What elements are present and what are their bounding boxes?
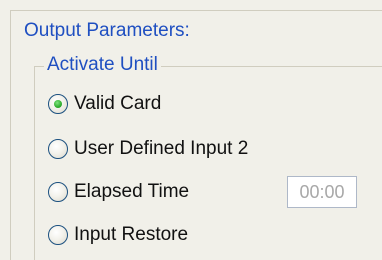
radio-button-icon[interactable] bbox=[48, 225, 68, 245]
output-parameters-panel: Output Parameters: Activate Until Valid … bbox=[0, 0, 382, 260]
radio-valid-card-label[interactable]: Valid Card bbox=[74, 93, 161, 115]
radio-valid-card[interactable]: Valid Card bbox=[48, 91, 161, 117]
radio-elapsed-time[interactable]: Elapsed Time bbox=[48, 179, 189, 205]
radio-dot-icon bbox=[54, 100, 62, 108]
activate-until-title: Activate Until bbox=[44, 54, 161, 76]
radio-elapsed-time-label[interactable]: Elapsed Time bbox=[74, 181, 189, 203]
radio-button-icon[interactable] bbox=[48, 182, 68, 202]
radio-input-restore[interactable]: Input Restore bbox=[48, 222, 188, 248]
radio-button-icon[interactable] bbox=[48, 139, 68, 159]
elapsed-time-input[interactable] bbox=[287, 176, 357, 208]
radio-input-restore-label[interactable]: Input Restore bbox=[74, 224, 188, 246]
radio-user-defined-input-2[interactable]: User Defined Input 2 bbox=[48, 136, 248, 162]
output-parameters-title: Output Parameters: bbox=[22, 20, 192, 42]
radio-button-selected-icon[interactable] bbox=[48, 94, 68, 114]
radio-user-defined-input-2-label[interactable]: User Defined Input 2 bbox=[74, 138, 248, 160]
